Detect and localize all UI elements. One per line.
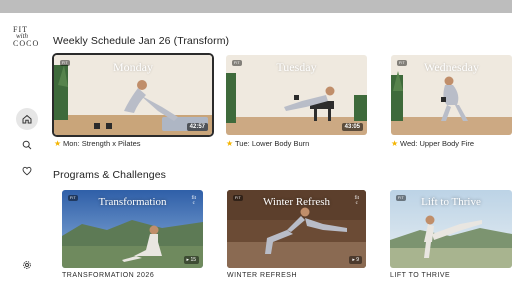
gear-icon bbox=[23, 261, 31, 269]
program-count: 15 bbox=[190, 257, 196, 263]
workout-thumbnail: FIT Monday 42:57 bbox=[52, 53, 214, 137]
programs-title: Programs & Challenges bbox=[53, 169, 166, 181]
program-card-transformation[interactable]: FIT Transformation fit c ▸ 15 TRANSFORMAT… bbox=[62, 190, 203, 279]
workout-duration: 42:57 bbox=[186, 123, 208, 131]
program-logo: fit c bbox=[354, 196, 359, 206]
nav-home-button[interactable] bbox=[16, 108, 38, 130]
program-thumbnail: FIT Transformation fit c ▸ 15 bbox=[62, 190, 203, 268]
program-caption: WINTER REFRESH bbox=[227, 272, 297, 279]
weekly-schedule-title: Weekly Schedule Jan 26 (Transform) bbox=[53, 35, 230, 47]
program-count-badge: ▸ 9 bbox=[349, 256, 362, 264]
program-title: Transformation bbox=[98, 196, 167, 208]
program-count-badge: ▸ 15 bbox=[183, 256, 199, 264]
workout-thumbnail: FIT Tuesday 43:05 bbox=[226, 55, 367, 135]
star-icon: ★ bbox=[54, 138, 62, 148]
search-icon bbox=[22, 140, 32, 150]
nav-favorites-button[interactable] bbox=[16, 160, 38, 182]
workout-thumbnail: FIT Wednesday bbox=[391, 55, 512, 135]
program-title: Lift to Thrive bbox=[421, 196, 481, 208]
weekly-card-wednesday[interactable]: FIT Wednesday ★ Wed: Upper Body Fire bbox=[391, 55, 512, 148]
system-status-bar bbox=[0, 0, 512, 13]
logo-line-3: COCO bbox=[13, 39, 40, 48]
workout-caption: ★ Mon: Strength x Pilates bbox=[54, 139, 141, 148]
workout-caption-text: Wed: Upper Body Fire bbox=[400, 139, 475, 148]
workout-day-label: Tuesday bbox=[276, 60, 317, 74]
program-card-winter-refresh[interactable]: FIT Winter Refresh fit c ▸ 9 WINTER REFRE… bbox=[227, 190, 366, 279]
program-title: Winter Refresh bbox=[262, 196, 331, 208]
program-caption: LIFT TO THRIVE bbox=[390, 272, 451, 279]
program-card-lift-to-thrive[interactable]: FIT Lift to Thrive LIFT TO THRIVE bbox=[390, 190, 512, 279]
workout-duration: 43:05 bbox=[341, 123, 363, 131]
program-count: 9 bbox=[356, 257, 359, 263]
nav-settings-button[interactable] bbox=[16, 254, 38, 276]
workout-day-label: Wednesday bbox=[423, 60, 479, 74]
workout-caption: ★ Tue: Lower Body Burn bbox=[226, 139, 309, 148]
workout-caption: ★ Wed: Upper Body Fire bbox=[391, 139, 474, 148]
workout-caption-text: Tue: Lower Body Burn bbox=[235, 139, 310, 148]
workout-day-label: Monday bbox=[113, 60, 153, 74]
program-logo: fit c bbox=[191, 196, 196, 206]
program-thumbnail: FIT Winter Refresh fit c ▸ 9 bbox=[227, 190, 366, 268]
nav-search-button[interactable] bbox=[16, 134, 38, 156]
program-thumbnail: FIT Lift to Thrive bbox=[390, 190, 512, 268]
weekly-card-monday[interactable]: FIT Monday 42:57 ★ Mon: Strength x Pilat… bbox=[52, 53, 214, 148]
home-icon bbox=[22, 114, 32, 124]
program-caption: TRANSFORMATION 2026 bbox=[62, 272, 155, 279]
star-icon: ★ bbox=[391, 138, 399, 148]
heart-icon bbox=[22, 166, 32, 176]
star-icon: ★ bbox=[226, 138, 234, 148]
weekly-card-tuesday[interactable]: FIT Tuesday 43:05 ★ Tue: Lower Body Burn bbox=[226, 55, 367, 148]
workout-caption-text: Mon: Strength x Pilates bbox=[63, 139, 141, 148]
app-logo: FIT with COCO bbox=[13, 26, 45, 48]
